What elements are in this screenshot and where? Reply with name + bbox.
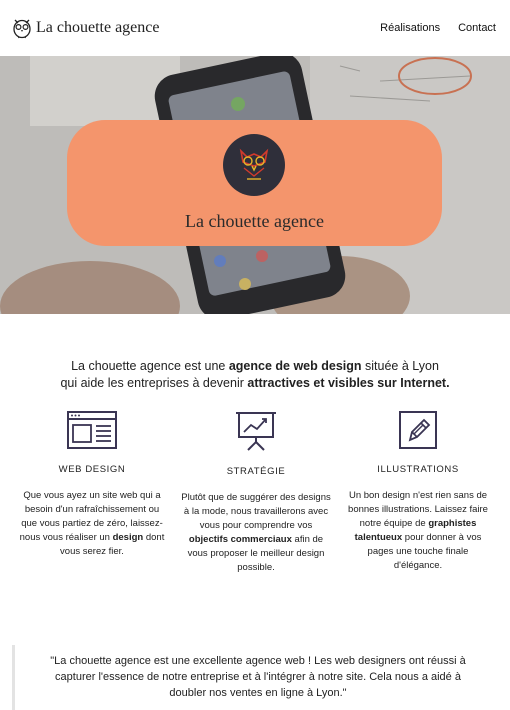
hero-card: La chouette agence (67, 120, 442, 246)
service-heading: ILLUSTRATIONS (377, 464, 459, 475)
site-header: La chouette agence Réalisations Contact (0, 0, 510, 56)
service-description: Plutôt que de suggérer des designs à la … (181, 491, 331, 575)
hero-title: La chouette agence (185, 211, 324, 231)
intro-line-1: La chouette agence est une agence de web… (0, 358, 510, 375)
services-section: WEB DESIGN Que vous ayez un site web qui… (0, 410, 510, 610)
service-description: Que vous ayez un site web qui a besoin d… (17, 489, 167, 559)
intro-text: La chouette agence est une (71, 359, 229, 373)
service-description: Un bon design n'est rien sans de bonnes … (343, 489, 493, 573)
web-layout-icon (67, 411, 117, 449)
service-text: Plutôt que de suggérer des designs à la … (181, 492, 331, 531)
main-nav: Réalisations Contact (380, 22, 496, 34)
service-bold-text: objectifs commerciaux (188, 534, 292, 545)
service-web-design: WEB DESIGN Que vous ayez un site web qui… (17, 410, 167, 559)
service-strategie: STRATÉGIE Plutôt que de suggérer des des… (181, 410, 331, 575)
intro-bold-text: agence de web design (228, 359, 362, 373)
testimonial-quote: "La chouette agence est une excellente a… (12, 645, 501, 710)
service-heading: STRATÉGIE (226, 466, 286, 477)
presentation-chart-icon (236, 412, 276, 451)
service-illustrations: ILLUSTRATIONS Un bon design n'est rien s… (343, 410, 493, 573)
service-heading: WEB DESIGN (58, 464, 126, 475)
testimonial-text: "La chouette agence est une excellente a… (50, 655, 466, 699)
owl-logo-icon (13, 19, 31, 39)
intro-text: qui aide les entreprises à devenir (60, 376, 248, 390)
intro-text: située à Lyon (361, 359, 439, 373)
intro-bold-text: attractives et visibles sur Internet. (247, 376, 450, 390)
service-bold-text: design (112, 532, 144, 543)
brand-link[interactable]: La chouette agence (12, 17, 159, 39)
owl-badge (223, 134, 285, 196)
nav-link-contact[interactable]: Contact (458, 22, 496, 34)
nav-link-realisations[interactable]: Réalisations (380, 22, 440, 34)
intro-paragraph: La chouette agence est une agence de web… (0, 358, 510, 392)
intro-line-2: qui aide les entreprises à devenir attra… (0, 375, 510, 392)
owl-emblem-icon (239, 148, 269, 180)
hero-banner: La chouette agence (0, 56, 510, 314)
brand-name: La chouette agence (36, 19, 160, 36)
pencil-icon (399, 411, 437, 449)
